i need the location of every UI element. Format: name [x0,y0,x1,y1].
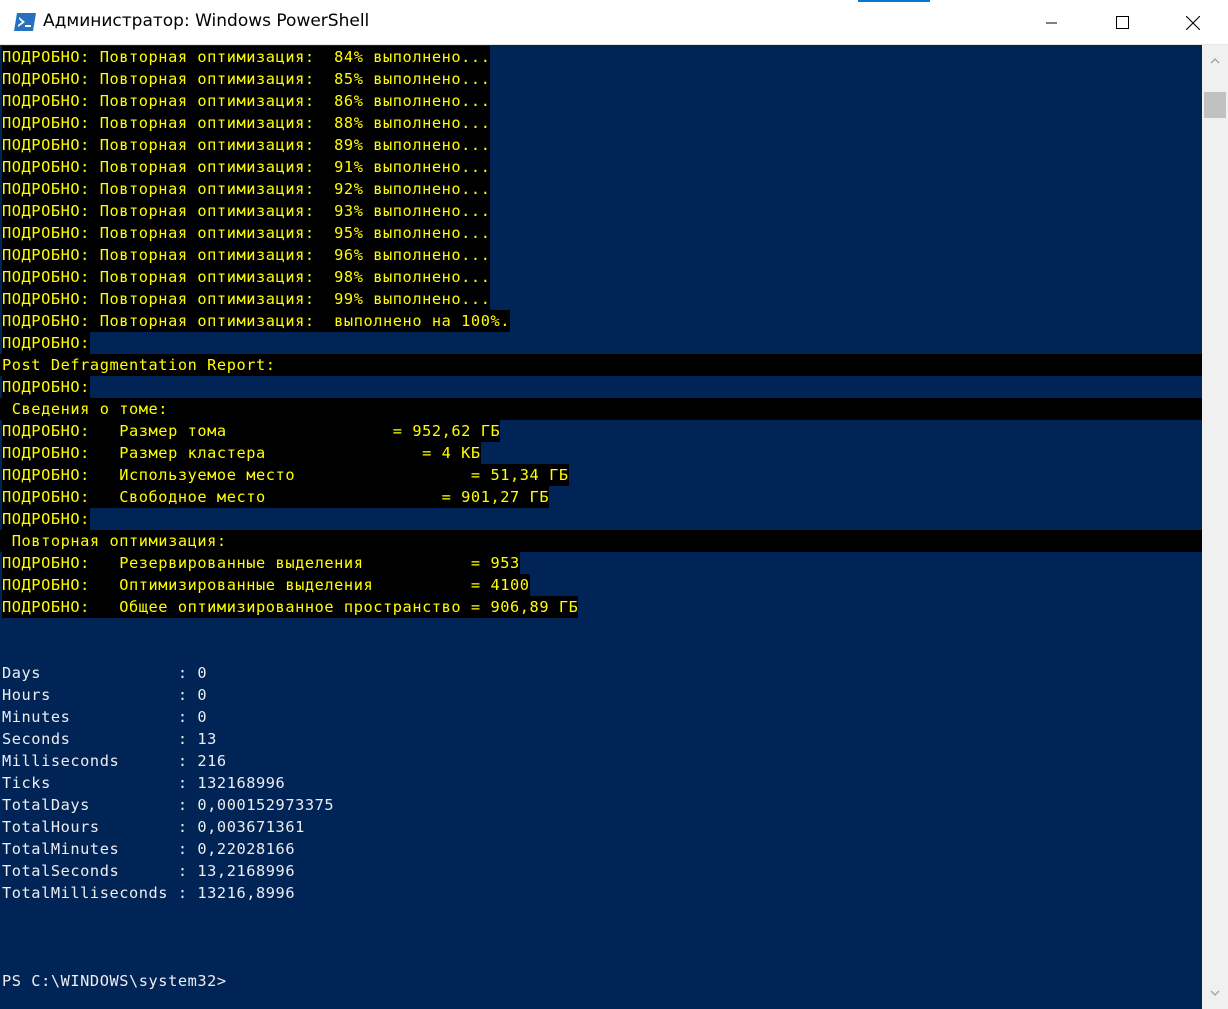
chevron-up-icon [1210,58,1220,64]
minimize-button[interactable] [1017,0,1087,45]
console-line: ПОДРОБНО: Размер кластера = 4 КБ [2,442,481,464]
console-line: ПОДРОБНО: Используемое место = 51,34 ГБ [2,464,569,486]
powershell-window: Администратор: Windows PowerShell ПОДРОБ… [0,0,1228,1009]
volume-heading: Сведения о томе: [2,400,169,418]
console-line: ПОДРОБНО: Повторная оптимизация: 98% вып… [2,266,491,288]
console-line: ПОДРОБНО: Повторная оптимизация: 95% вып… [2,222,491,244]
console-line: ПОДРОБНО: Повторная оптимизация: 91% вып… [2,156,491,178]
powershell-icon[interactable] [14,12,36,32]
console-line: TotalDays : 0,000152973375 [2,796,335,814]
title-bar[interactable]: Администратор: Windows PowerShell [0,0,1228,45]
reopt-heading: Повторная оптимизация: [2,532,227,550]
vertical-scrollbar[interactable] [1202,45,1228,1009]
console-line: ПОДРОБНО: Повторная оптимизация: 89% вып… [2,134,491,156]
scroll-thumb[interactable] [1204,92,1226,118]
scroll-down-button[interactable] [1202,983,1228,1003]
console-line: Hours : 0 [2,686,208,704]
console-line: Milliseconds : 216 [2,752,227,770]
console-line: Seconds : 13 [2,730,217,748]
console-line: Minutes : 0 [2,708,208,726]
window-title: Администратор: Windows PowerShell [43,11,370,31]
console-line: ПОДРОБНО: [2,332,90,354]
console-line: ПОДРОБНО: Оптимизированные выделения = 4… [2,574,530,596]
maximize-icon [1115,16,1129,29]
minimize-icon [1046,22,1057,23]
console-output[interactable]: ПОДРОБНО: Повторная оптимизация: 84% вып… [0,45,1202,1009]
scroll-up-button[interactable] [1202,51,1228,71]
console-line: ПОДРОБНО: Повторная оптимизация: 88% вып… [2,112,491,134]
console-line: ПОДРОБНО: Повторная оптимизация: 93% вып… [2,200,491,222]
console-line: ПОДРОБНО: [2,508,90,530]
console-line: TotalSeconds : 13,2168996 [2,862,296,880]
console-line: ПОДРОБНО: Повторная оптимизация: 86% вып… [2,90,491,112]
console-line: ПОДРОБНО: Повторная оптимизация: 85% вып… [2,68,491,90]
console-line: ПОДРОБНО: Повторная оптимизация: 92% вып… [2,178,491,200]
console-line: ПОДРОБНО: Резервированные выделения = 95… [2,552,520,574]
console-line: ПОДРОБНО: Повторная оптимизация: выполне… [2,310,511,332]
console-line: ПОДРОБНО: Общее оптимизированное простра… [2,596,579,618]
maximize-button[interactable] [1087,0,1157,45]
console-line: Days : 0 [2,664,208,682]
console-line: ПОДРОБНО: Повторная оптимизация: 96% вып… [2,244,491,266]
title-accent-strip [858,0,930,2]
close-icon [1186,15,1200,30]
console-line: TotalMilliseconds : 13216,8996 [2,884,296,902]
command-prompt[interactable]: PS C:\WINDOWS\system32> [2,970,227,992]
console-line: Ticks : 132168996 [2,774,286,792]
highlight-row [0,398,1202,420]
console-line: TotalHours : 0,003671361 [2,818,305,836]
chevron-down-icon [1210,990,1220,996]
console-line: ПОДРОБНО: [2,376,90,398]
console-line: ПОДРОБНО: Свободное место = 901,27 ГБ [2,486,550,508]
console-line: ПОДРОБНО: Размер тома = 952,62 ГБ [2,420,501,442]
console-line: ПОДРОБНО: Повторная оптимизация: 99% вып… [2,288,491,310]
report-heading: Post Defragmentation Report: [2,356,276,374]
console-line: ПОДРОБНО: Повторная оптимизация: 84% вып… [2,46,491,68]
console-line: TotalMinutes : 0,22028166 [2,840,296,858]
close-button[interactable] [1158,0,1228,45]
